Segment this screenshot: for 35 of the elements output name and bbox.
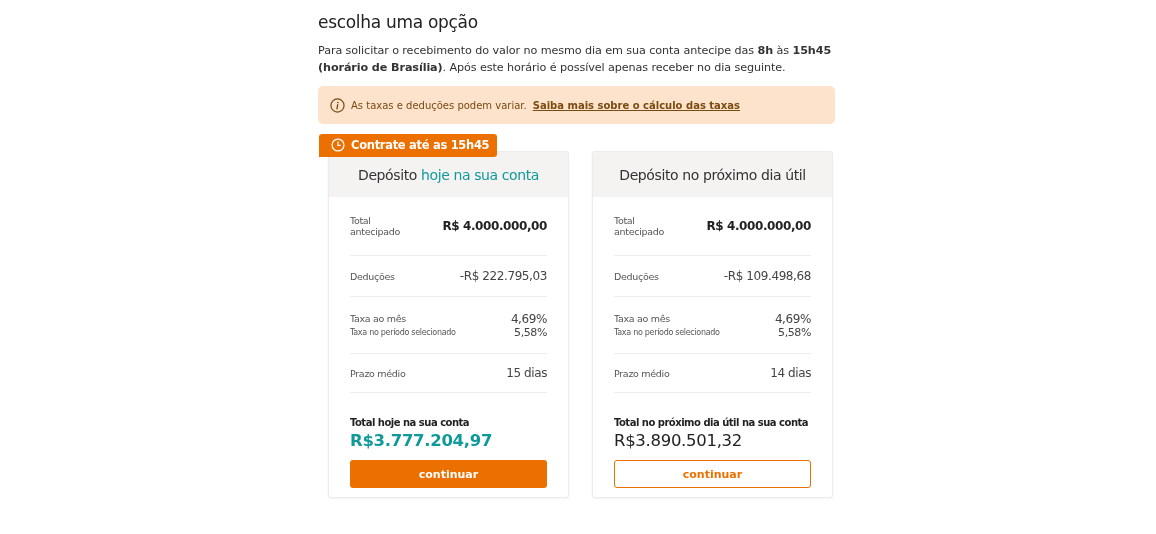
fees-link[interactable]: Saiba mais sobre o cálculo das taxas	[532, 99, 740, 111]
row-label: Taxa no período selecionado	[614, 327, 720, 337]
row-label: Total antecipado	[350, 215, 401, 237]
intro-text: Para solicitar o recebimento do valor no mesmo dia em sua conta antecipe das 8h às 15h45 (horário de Brasília). Após este horário é possível apenas receber no dia seguinte.	[318, 43, 833, 76]
row-value: 4,69%	[774, 311, 811, 326]
row-value: 4,69%	[510, 311, 547, 326]
badge-text: Contrate até as 15h45	[351, 138, 490, 152]
total-amount: R$3.777.204,97	[350, 431, 494, 450]
info-icon	[330, 97, 345, 113]
row-label: Taxa ao mês	[350, 313, 406, 324]
row-label: Total antecipado	[614, 215, 665, 237]
continue-button[interactable]: continuar	[614, 460, 811, 488]
page-heading: escolha uma opção	[318, 12, 479, 32]
row-value: 5,58%	[514, 325, 547, 339]
row-label: Deduções	[350, 270, 395, 282]
continue-button[interactable]: continuar	[350, 460, 547, 488]
card-title: Depósito hoje na sua conta	[358, 166, 539, 183]
row-label: Taxa ao mês	[614, 313, 670, 324]
row-value: R$ 4.000.000,00	[706, 219, 811, 233]
notice-text: As taxas e deduções podem variar.	[351, 99, 527, 111]
card-title: Depósito no próximo dia útil	[619, 166, 806, 183]
row-value: -R$ 109.498,68	[723, 269, 811, 283]
clock-icon	[331, 138, 345, 152]
total-label: Total no próximo dia útil na sua conta	[614, 417, 810, 428]
total-amount: R$3.890.501,32	[614, 431, 743, 450]
row-value: 5,58%	[778, 325, 811, 339]
row-label: Taxa no período selecionado	[350, 327, 456, 337]
row-value: 15 dias	[506, 366, 547, 380]
row-value: R$ 4.000.000,00	[442, 219, 547, 233]
row-value: 14 dias	[770, 366, 811, 380]
total-label: Total hoje na sua conta	[350, 417, 471, 428]
row-label: Prazo médio	[350, 367, 406, 379]
row-value: -R$ 222.795,03	[459, 269, 547, 283]
row-label: Deduções	[614, 270, 659, 282]
row-label: Prazo médio	[614, 367, 670, 379]
